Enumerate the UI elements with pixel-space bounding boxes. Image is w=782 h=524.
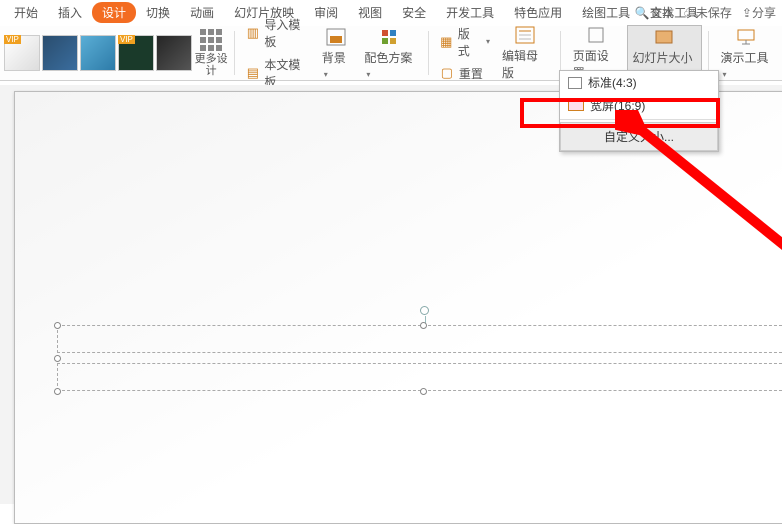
topright-group: 🔍查找 ☁未保存 ⇪分享 — [635, 4, 776, 21]
theme-thumb[interactable]: VIP — [118, 35, 154, 71]
chevron-down-icon: ▾ — [486, 37, 490, 46]
tab-transition[interactable]: 切换 — [136, 1, 180, 24]
tab-slideshow[interactable]: 幻灯片放映 — [224, 1, 304, 24]
reset-icon: ▢ — [439, 65, 455, 81]
layout-label: 版式 — [458, 25, 480, 59]
cloud-icon: ☁ — [684, 6, 696, 20]
present-tools-button[interactable]: 演示工具 ▾ — [714, 25, 778, 82]
theme-thumb[interactable] — [42, 35, 78, 71]
unsaved-status[interactable]: ☁未保存 — [684, 4, 732, 21]
search-button[interactable]: 🔍查找 — [635, 4, 674, 21]
master-icon — [515, 25, 535, 45]
color-scheme-button[interactable]: 配色方案 ▾ — [358, 25, 422, 82]
resize-handle[interactable] — [420, 322, 427, 329]
color-scheme-icon — [380, 27, 400, 47]
menu-separator — [560, 119, 718, 120]
rotation-handle[interactable] — [420, 306, 429, 315]
tab-security[interactable]: 安全 — [392, 1, 436, 24]
tab-bar: 开始 插入 设计 切换 动画 幻灯片放映 审阅 视图 安全 开发工具 特色应用 … — [0, 0, 782, 26]
layout-icon: ▦ — [439, 34, 454, 50]
subtitle-placeholder[interactable] — [57, 363, 782, 391]
tab-review[interactable]: 审阅 — [304, 1, 348, 24]
grid-icon — [194, 29, 228, 51]
chevron-down-icon: ▾ — [366, 70, 370, 79]
resize-handle[interactable] — [420, 388, 427, 395]
divider — [428, 31, 429, 75]
resize-handle[interactable] — [54, 322, 61, 329]
ratio-4-3-icon — [568, 77, 582, 89]
background-button[interactable]: 背景 ▾ — [316, 25, 357, 82]
tab-start[interactable]: 开始 — [4, 1, 48, 24]
present-tools-icon — [736, 27, 756, 47]
vip-badge: VIP — [4, 35, 21, 44]
theme-gallery[interactable]: VIP VIP — [4, 35, 192, 71]
page-setup-icon — [586, 25, 606, 45]
slide-size-custom[interactable]: 自定义大小... — [560, 122, 718, 151]
tab-devtools[interactable]: 开发工具 — [436, 1, 504, 24]
template-icon: ▤ — [245, 65, 260, 81]
resize-handle[interactable] — [54, 355, 61, 362]
background-icon — [326, 27, 346, 47]
import-icon: ▥ — [245, 25, 260, 41]
divider — [234, 31, 235, 75]
tab-drawtools[interactable]: 绘图工具 — [572, 1, 640, 24]
slide-size-icon — [654, 27, 674, 47]
tab-view[interactable]: 视图 — [348, 1, 392, 24]
share-icon: ⇪ — [742, 6, 752, 20]
tab-animation[interactable]: 动画 — [180, 1, 224, 24]
background-label: 背景 — [322, 51, 346, 65]
theme-thumb[interactable]: VIP — [4, 35, 40, 71]
reset-label: 重置 — [459, 65, 483, 82]
share-button[interactable]: ⇪分享 — [742, 4, 776, 21]
divider — [560, 31, 561, 75]
slide-size-wide[interactable]: 宽屏(16:9) — [560, 94, 718, 117]
more-design-label: 更多设计 — [195, 53, 228, 77]
tab-special[interactable]: 特色应用 — [504, 1, 572, 24]
layout-button[interactable]: ▦ 版式 ▾ — [435, 23, 494, 61]
title-placeholder[interactable] — [57, 325, 782, 353]
edit-master-button[interactable]: 编辑母版 — [496, 23, 554, 83]
chevron-down-icon: ▾ — [324, 70, 328, 79]
slide-size-wide-label: 宽屏(16:9) — [590, 97, 645, 114]
theme-thumb[interactable] — [156, 35, 192, 71]
slide-size-custom-label: 自定义大小... — [604, 130, 674, 144]
color-scheme-label: 配色方案 — [364, 51, 412, 65]
slide-size-standard-label: 标准(4:3) — [588, 74, 637, 91]
vip-badge: VIP — [118, 35, 135, 44]
reset-button[interactable]: ▢ 重置 — [435, 63, 494, 84]
ratio-16-9-icon — [568, 101, 584, 111]
more-design-button[interactable]: 更多设计 — [194, 29, 228, 77]
slide[interactable] — [14, 91, 782, 524]
slide-size-label: 幻灯片大小 — [633, 51, 693, 65]
divider — [708, 31, 709, 75]
slide-size-dropdown: 标准(4:3) 宽屏(16:9) 自定义大小... — [559, 70, 719, 152]
search-icon: 🔍 — [635, 6, 650, 20]
tab-design[interactable]: 设计 — [92, 2, 136, 23]
slide-size-standard[interactable]: 标准(4:3) — [560, 71, 718, 94]
theme-thumb[interactable] — [80, 35, 116, 71]
tab-insert[interactable]: 插入 — [48, 1, 92, 24]
resize-handle[interactable] — [54, 388, 61, 395]
present-tools-label: 演示工具 — [720, 51, 768, 65]
chevron-down-icon: ▾ — [722, 70, 726, 79]
edit-master-label: 编辑母版 — [502, 47, 548, 81]
